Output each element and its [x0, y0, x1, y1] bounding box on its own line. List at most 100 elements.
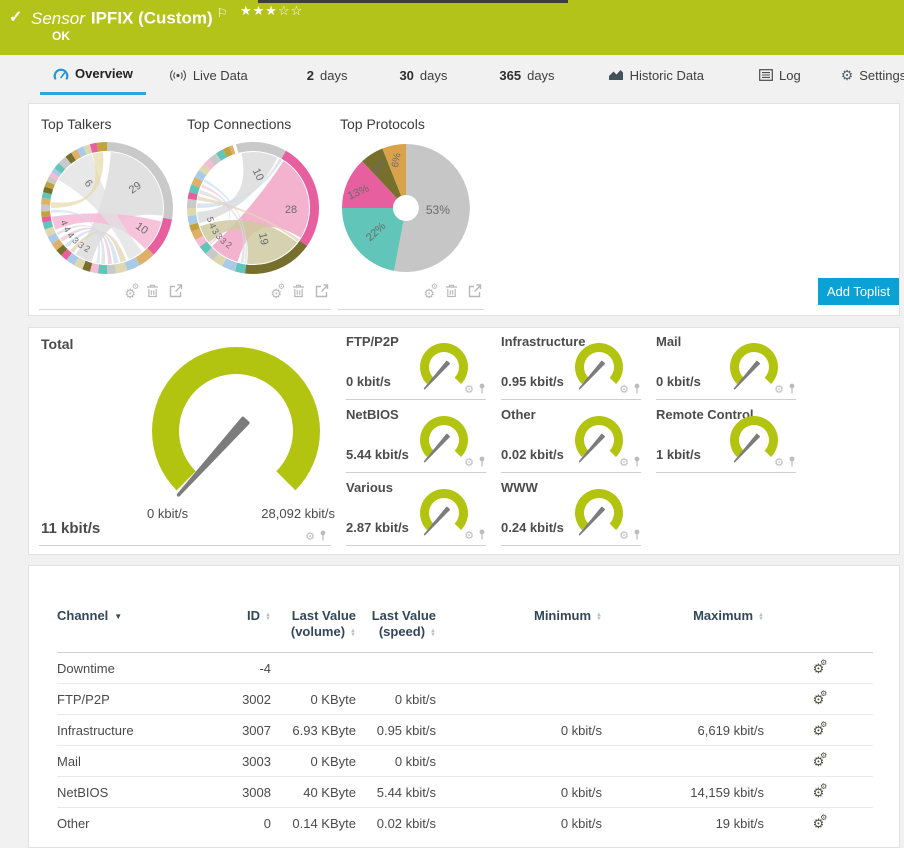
chord-chart[interactable]: 29 10 6 2 3 3 4 4 4: [39, 140, 185, 281]
tab-365-days[interactable]: 365 days: [499, 55, 554, 95]
cell-settings: ⚙ ⚙: [764, 745, 873, 777]
open-external-icon[interactable]: [169, 284, 183, 303]
pin-icon[interactable]: [633, 454, 641, 472]
delete-trash-icon[interactable]: [292, 284, 305, 303]
cell-maximum: 14,159 kbit/s: [602, 776, 764, 808]
tab-label: Settings: [859, 67, 904, 83]
column-header-last-value-volume-[interactable]: Last Value (volume) ▲ ▼: [271, 566, 356, 653]
edit-gears-icon[interactable]: ⚙ ⚙: [813, 751, 828, 768]
gauge-tile-actions: ⚙: [774, 454, 796, 472]
tab-historic-data[interactable]: Historic Data: [608, 55, 704, 95]
cell-maximum: [602, 653, 764, 684]
gear-icon[interactable]: ⚙: [305, 531, 315, 543]
cell-minimum: [436, 683, 602, 715]
toplist-actions: ⚙ ⚙: [124, 282, 183, 303]
sort-arrows-icon[interactable]: ▲ ▼: [350, 628, 356, 638]
cell-channel: NetBIOS: [57, 776, 215, 808]
pin-icon[interactable]: [788, 454, 796, 472]
edit-gears-icon[interactable]: ⚙ ⚙: [813, 689, 828, 706]
gauge-current-value: 2.87 kbit/s: [346, 520, 409, 535]
cell-channel: Mail: [57, 745, 215, 777]
gear-icon[interactable]: ⚙: [619, 384, 629, 396]
sort-arrows-icon[interactable]: ▲ ▼: [758, 612, 764, 622]
gauge-tile-actions: ⚙: [774, 381, 796, 399]
tab-live-data[interactable]: Live Data: [169, 55, 248, 95]
gear-icon[interactable]: ⚙: [464, 384, 474, 396]
toplist-title: Top Talkers: [41, 116, 112, 132]
delete-trash-icon[interactable]: [445, 284, 458, 303]
pin-icon[interactable]: [788, 381, 796, 399]
svg-text:28: 28: [285, 204, 297, 216]
gear-icon[interactable]: ⚙: [774, 384, 784, 396]
column-header-maximum[interactable]: Maximum ▲ ▼: [602, 566, 764, 653]
pin-icon[interactable]: [633, 527, 641, 545]
tab-log[interactable]: Log: [759, 55, 801, 95]
pin-icon[interactable]: [319, 528, 327, 546]
cell-id: 3003: [215, 745, 271, 777]
edit-gears-icon[interactable]: ⚙ ⚙: [813, 658, 828, 675]
gauge-tile-actions: ⚙: [305, 528, 327, 546]
tab-overview[interactable]: Overview: [40, 55, 146, 95]
donut-chart[interactable]: 53% 22% 13% 6% 6%: [338, 140, 484, 281]
sort-arrows-icon[interactable]: ▲ ▼: [430, 628, 436, 638]
cell-channel: FTP/P2P: [57, 683, 215, 715]
edit-gears-icon[interactable]: ⚙ ⚙: [124, 282, 139, 302]
tab-label: days: [319, 67, 348, 83]
pin-icon[interactable]: [478, 381, 486, 399]
gear-icon[interactable]: ⚙: [774, 457, 784, 469]
gauge-current-value: 0 kbit/s: [656, 374, 701, 389]
delete-trash-icon[interactable]: [146, 284, 159, 303]
chord-chart[interactable]: 10 28 19 2 3 3 3 4 5: [185, 140, 331, 281]
edit-gears-icon[interactable]: ⚙ ⚙: [270, 282, 285, 302]
cell-last-volume: [271, 653, 356, 684]
cell-settings: ⚙ ⚙: [764, 776, 873, 808]
table-row-other: Other 0 0.14 KByte 0.02 kbit/s 0 kbit/s 19 kb…: [57, 807, 873, 839]
tab-number: 30: [399, 67, 414, 83]
cell-settings: ⚙ ⚙: [764, 714, 873, 746]
gear-icon[interactable]: ⚙: [464, 457, 474, 469]
column-header-id[interactable]: ID ▲ ▼: [215, 566, 271, 653]
sort-arrows-icon[interactable]: ▲ ▼: [596, 612, 602, 622]
gauge-tile-mail: Mail 0 kbit/s ⚙: [656, 334, 796, 400]
edit-gears-icon[interactable]: ⚙ ⚙: [813, 782, 828, 799]
gear-icon[interactable]: ⚙: [464, 530, 474, 542]
gauge-max-label: 28,092 kbit/s: [261, 506, 335, 521]
priority-stars[interactable]: ★★★☆☆: [240, 3, 303, 19]
column-header-channel[interactable]: Channel ▼: [57, 566, 215, 653]
tab-label: Log: [778, 67, 801, 83]
tab-30-days[interactable]: 30 days: [399, 55, 447, 95]
column-header-last-value-speed-[interactable]: Last Value (speed) ▲ ▼: [356, 566, 436, 653]
cell-minimum: 0 kbit/s: [436, 776, 602, 808]
cell-last-speed: 5.44 kbit/s: [356, 776, 436, 808]
column-header-minimum[interactable]: Minimum ▲ ▼: [436, 566, 602, 653]
cell-settings: ⚙ ⚙: [764, 683, 873, 715]
edit-gears-icon[interactable]: ⚙ ⚙: [813, 813, 828, 830]
gauge-current-value: 0.02 kbit/s: [501, 447, 564, 462]
gear-icon[interactable]: ⚙: [619, 457, 629, 469]
pin-icon[interactable]: [633, 381, 641, 399]
pin-icon[interactable]: [478, 527, 486, 545]
toplist-actions: ⚙ ⚙: [270, 282, 329, 303]
gear-icon[interactable]: ⚙: [619, 530, 629, 542]
table-row-downtime: Downtime -4 ⚙ ⚙: [57, 653, 873, 684]
tab-number: 2: [306, 67, 314, 83]
sort-arrows-icon[interactable]: ▲ ▼: [265, 612, 271, 622]
dropdown-caret-icon[interactable]: ▼: [114, 612, 122, 621]
gear-icon: ⚙: [840, 67, 854, 83]
add-toplist-button[interactable]: Add Toplist: [818, 278, 899, 305]
table-header: Channel ▼ ID ▲ ▼ Last Value (volume) ▲ ▼ Last Val…: [57, 566, 873, 653]
log-icon: [759, 69, 773, 81]
tab-settings[interactable]: ⚙ Settings: [841, 55, 904, 95]
flag-icon[interactable]: ⚐: [217, 6, 228, 20]
edit-gears-icon[interactable]: ⚙ ⚙: [423, 282, 438, 302]
open-external-icon[interactable]: [315, 284, 329, 303]
pin-icon[interactable]: [478, 454, 486, 472]
edit-gears-icon[interactable]: ⚙ ⚙: [813, 720, 828, 737]
browser-top-strip: [258, 0, 568, 3]
gauge-current-value: 0 kbit/s: [346, 374, 391, 389]
cell-minimum: [436, 745, 602, 777]
tab-2-days[interactable]: 2 days: [307, 55, 348, 95]
table-row-ftp-p2p: FTP/P2P 3002 0 KByte 0 kbit/s ⚙ ⚙: [57, 683, 873, 715]
gauge-tile-total: Total 0 kbit/s 28,092 kbit/s 11 kbit/s ⚙: [39, 334, 335, 546]
open-external-icon[interactable]: [468, 284, 482, 303]
